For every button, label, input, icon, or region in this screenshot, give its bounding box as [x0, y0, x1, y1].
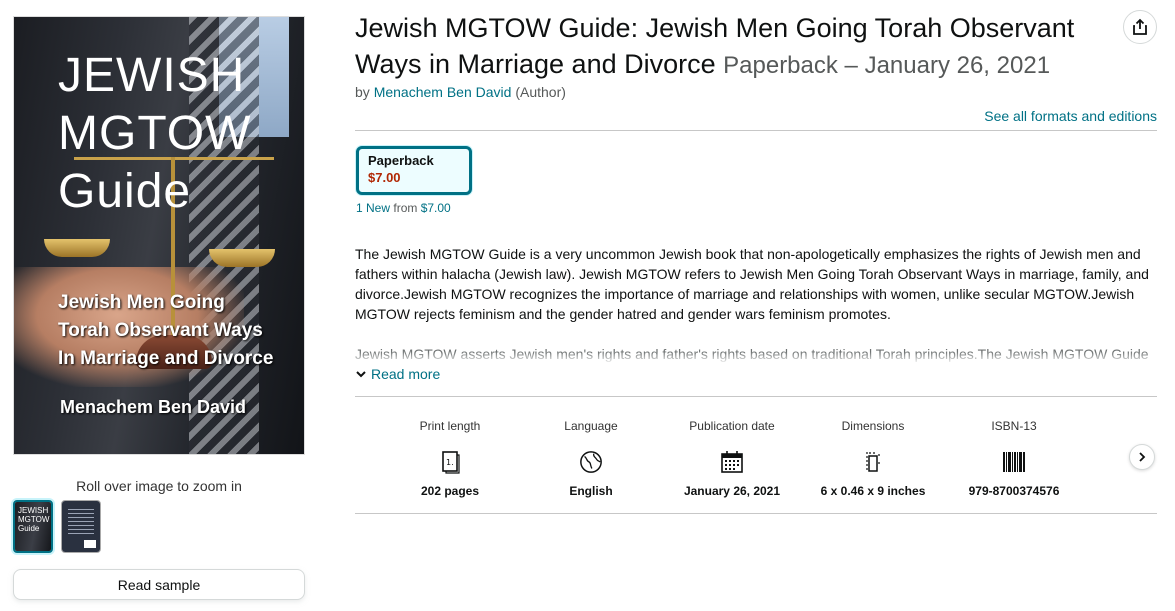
book-description: The Jewish MGTOW Guide is a very uncommo…	[355, 244, 1155, 364]
new-offers-link[interactable]: 1 New	[356, 201, 390, 215]
book-cover-image[interactable]: JEWISH MGTOW Guide Jewish Men Going Tora…	[13, 16, 305, 455]
detail-value: 979-8700374576	[968, 484, 1060, 498]
barcode-icon	[1002, 449, 1026, 475]
description-paragraph: The Jewish MGTOW Guide is a very uncommo…	[355, 246, 1149, 322]
format-option-paperback[interactable]: Paperback $7.00	[356, 146, 472, 195]
format-price: $7.00	[368, 170, 401, 185]
share-icon	[1133, 18, 1147, 35]
cover-scale-pan-right	[209, 249, 275, 267]
byline: by Menachem Ben David (Author)	[355, 84, 566, 100]
read-more-label: Read more	[371, 366, 441, 382]
divider	[355, 130, 1157, 131]
detail-label: Print length	[419, 419, 481, 433]
chevron-down-icon	[356, 371, 366, 378]
byline-prefix: by	[355, 84, 370, 100]
thumbnail-back-cover[interactable]	[61, 500, 101, 553]
zoom-hint: Roll over image to zoom in	[76, 478, 242, 494]
detail-value: 202 pages	[420, 484, 480, 498]
chevron-right-icon	[1139, 452, 1146, 462]
share-button[interactable]	[1123, 10, 1157, 44]
cover-author: Menachem Ben David	[60, 397, 247, 417]
product-details-carousel: Print length 1. 202 pages Language Engli…	[355, 397, 1157, 513]
calendar-icon	[720, 449, 744, 475]
thumbnail-front-cover[interactable]: JEWISH MGTOW Guide	[13, 500, 53, 553]
svg-text:1.: 1.	[446, 458, 454, 467]
detail-label: Publication date	[689, 419, 775, 433]
dimensions-icon	[861, 449, 885, 475]
thumbnail-front-text: JEWISH MGTOW Guide	[18, 506, 50, 533]
detail-label: Language	[564, 419, 618, 433]
offers-from-label: from	[393, 201, 418, 215]
offers-price-link[interactable]: $7.00	[421, 201, 451, 215]
cover-subtitle: Jewish Men Going Torah Observant Ways In…	[58, 292, 274, 369]
author-link[interactable]: Menachem Ben David	[374, 84, 512, 100]
divider	[355, 513, 1157, 514]
product-edition: Paperback – January 26, 2021	[723, 52, 1051, 79]
back-cover-text-lines	[68, 509, 94, 537]
author-role: (Author)	[515, 84, 566, 100]
detail-label: Dimensions	[841, 419, 905, 433]
pages-icon: 1.	[438, 449, 462, 475]
cover-scale-pan-left	[44, 239, 110, 257]
product-title: Jewish MGTOW Guide: Jewish Men Going Tor…	[355, 10, 1115, 84]
description-paragraph-faded: Jewish MGTOW asserts Jewish men's rights…	[355, 346, 1149, 362]
cover-title: JEWISH MGTOW Guide	[58, 49, 252, 218]
read-sample-button[interactable]: Read sample	[13, 569, 305, 600]
detail-value: January 26, 2021	[683, 484, 781, 498]
detail-label: ISBN-13	[991, 419, 1037, 433]
format-name: Paperback	[368, 153, 434, 168]
detail-value: 6 x 0.46 x 9 inches	[820, 484, 926, 498]
see-all-formats-link[interactable]: See all formats and editions	[984, 108, 1157, 124]
image-thumbnails: JEWISH MGTOW Guide	[13, 500, 101, 553]
detail-value: English	[569, 484, 613, 498]
offers-line: 1 New from $7.00	[356, 201, 451, 215]
back-cover-barcode	[84, 540, 96, 548]
globe-icon	[579, 449, 603, 475]
carousel-next-button[interactable]	[1129, 444, 1155, 470]
read-more-link[interactable]: Read more	[355, 366, 440, 382]
